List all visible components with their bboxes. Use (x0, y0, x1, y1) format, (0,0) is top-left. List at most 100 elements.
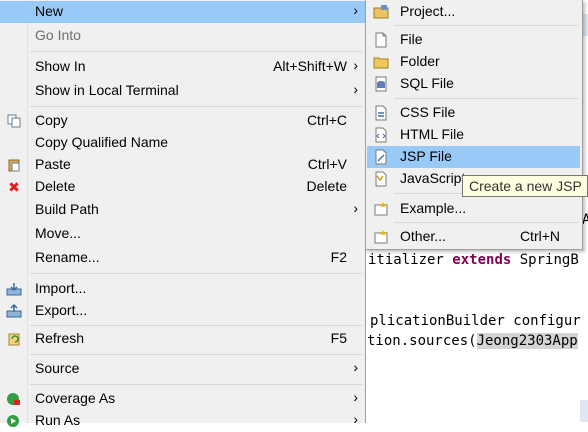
menu-label: Paste (35, 156, 71, 172)
menu-item-new[interactable]: New › (0, 1, 365, 23)
menu-item-refresh[interactable]: Refresh F5 (0, 328, 365, 350)
submenu-label: HTML File (400, 126, 465, 142)
submenu-arrow-icon: › (353, 411, 358, 427)
submenu-item-other[interactable]: Other... Ctrl+N (367, 226, 580, 248)
menu-label: Export... (35, 302, 88, 318)
submenu-arrow-icon: › (353, 57, 358, 73)
submenu-item-project[interactable]: Project... (367, 1, 580, 23)
context-menu: New › Go Into Show In Alt+Shift+W › Show… (0, 0, 366, 428)
menu-separator (30, 325, 362, 326)
import-icon (6, 282, 22, 296)
menu-item-copy-qualified-name[interactable]: Copy Qualified Name (0, 132, 365, 154)
menu-separator (394, 98, 578, 99)
menu-item-source[interactable]: Source › (0, 358, 365, 380)
submenu-arrow-icon: › (353, 389, 358, 405)
submenu-arrow-icon: › (353, 359, 358, 375)
menu-accelerator: Alt+Shift+W (273, 58, 347, 74)
menu-item-move[interactable]: Move... (0, 223, 365, 245)
menu-separator (30, 384, 362, 385)
submenu-arrow-icon: › (353, 200, 358, 216)
menu-label: Delete (35, 178, 76, 194)
menu-item-show-in-local-terminal[interactable]: Show in Local Terminal › (0, 80, 365, 102)
submenu-label: CSS File (400, 104, 456, 120)
sql-file-icon (373, 76, 389, 92)
paste-icon (6, 158, 22, 172)
menu-separator (394, 25, 578, 26)
menu-accelerator: Ctrl+V (307, 156, 347, 172)
menu-item-paste[interactable]: Paste Ctrl+V (0, 154, 365, 176)
menu-accelerator: F5 (330, 330, 347, 346)
html-file-icon (373, 127, 389, 143)
menu-label: Copy (35, 112, 68, 128)
export-icon (6, 303, 22, 318)
menu-label: Refresh (35, 330, 85, 346)
submenu-item-sql-file[interactable]: SQL File (367, 73, 580, 95)
submenu-item-css-file[interactable]: CSS File (367, 102, 580, 124)
menu-label: Copy Qualified Name (35, 134, 169, 150)
menu-label: Move... (35, 225, 81, 241)
menu-item-build-path[interactable]: Build Path › (0, 199, 365, 221)
submenu-item-example[interactable]: Example... (367, 198, 580, 220)
tooltip: Create a new JSP (462, 175, 588, 197)
code-line-2: plicationBuilder configur (370, 313, 581, 329)
menu-separator (394, 222, 578, 223)
menu-label: Coverage As (35, 390, 116, 406)
submenu-label: SQL File (400, 75, 454, 91)
menu-label: Source (35, 360, 80, 376)
menu-label: Go Into (35, 27, 81, 43)
code-line-1: itializer extends SpringB (368, 252, 579, 268)
menu-item-import[interactable]: Import... (0, 278, 365, 300)
menu-item-rename[interactable]: Rename... F2 (0, 247, 365, 269)
submenu-item-file[interactable]: File (367, 29, 580, 51)
submenu-label: Folder (400, 53, 440, 69)
project-icon (373, 4, 389, 20)
submenu-item-jsp-file[interactable]: JSP File (367, 146, 580, 168)
coverage-icon (6, 392, 22, 406)
folder-icon (373, 54, 389, 70)
menu-item-copy[interactable]: Copy Ctrl+C (0, 110, 365, 132)
menu-label: Run As (35, 412, 81, 428)
javascript-file-icon (373, 171, 389, 187)
run-icon (6, 414, 22, 428)
code-line-3: tion.sources(Jeong2303App (367, 333, 578, 349)
menu-accelerator: Ctrl+C (306, 112, 347, 128)
copy-icon (6, 114, 22, 128)
jsp-file-icon (373, 149, 389, 165)
menu-label: Show In (35, 58, 86, 74)
submenu-item-folder[interactable]: Folder (367, 51, 580, 73)
menu-separator (30, 354, 362, 355)
menu-item-go-into[interactable]: Go Into (0, 25, 365, 47)
menu-item-coverage-as[interactable]: Coverage As › (0, 388, 365, 410)
editor-edge-strip (580, 400, 588, 422)
menu-label: New (35, 3, 64, 19)
menu-accelerator: Ctrl+N (519, 228, 560, 244)
submenu-label: Other... (400, 228, 446, 244)
submenu-arrow-icon: › (353, 81, 358, 97)
menu-item-show-in[interactable]: Show In Alt+Shift+W › (0, 56, 365, 78)
menu-separator (30, 51, 362, 52)
submenu-label: JSP File (400, 148, 452, 164)
refresh-icon (6, 332, 22, 346)
example-icon (373, 201, 389, 217)
file-icon (373, 32, 389, 48)
new-submenu: Project... File Folder SQL File CSS File… (365, 0, 583, 250)
menu-accelerator: F2 (330, 249, 347, 265)
submenu-label: JavaScript (400, 170, 466, 186)
menu-label: Build Path (35, 201, 99, 217)
other-wizard-icon (373, 229, 389, 245)
submenu-arrow-icon: › (353, 2, 358, 18)
menu-item-run-as[interactable]: Run As › (0, 410, 365, 432)
submenu-label: File (400, 31, 423, 47)
submenu-item-html-file[interactable]: HTML File (367, 124, 580, 146)
submenu-label: Example... (400, 200, 467, 216)
menu-item-export[interactable]: Export... (0, 300, 365, 322)
menu-separator (30, 273, 362, 274)
menu-label: Show in Local Terminal (35, 82, 179, 98)
delete-icon: ✖ (8, 179, 20, 195)
menu-separator (30, 106, 362, 107)
submenu-label: Project... (400, 3, 456, 19)
menu-accelerator: Delete (306, 178, 347, 194)
css-file-icon (373, 105, 389, 121)
menu-label: Import... (35, 280, 87, 296)
menu-item-delete[interactable]: ✖ Delete Delete (0, 176, 365, 198)
